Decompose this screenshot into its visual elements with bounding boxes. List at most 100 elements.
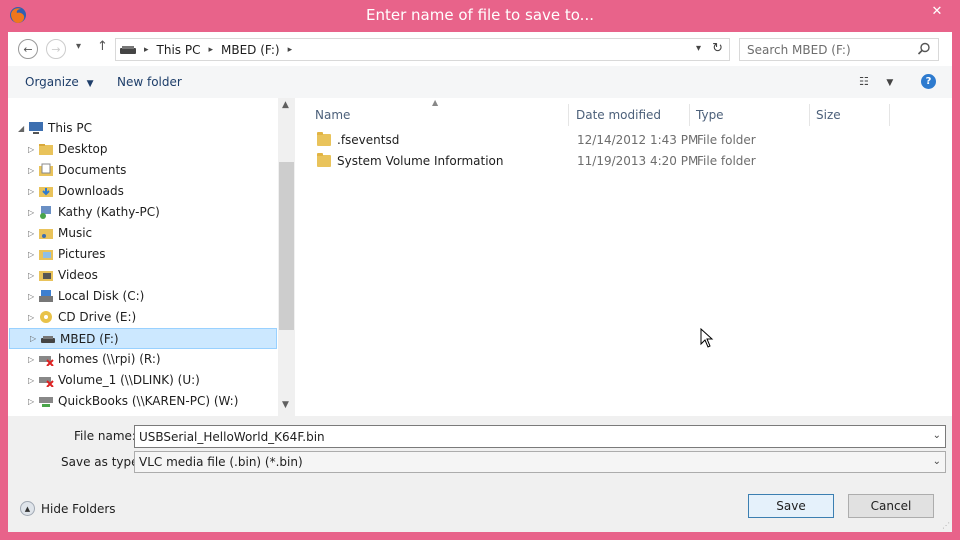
hide-folders-button[interactable]: ▲ Hide Folders [20, 501, 116, 516]
expand-arrow-icon[interactable]: ▷ [28, 187, 34, 196]
tree-item[interactable]: ▷ Music [8, 223, 278, 244]
computer-icon [29, 122, 43, 134]
forward-button[interactable]: → [46, 39, 66, 59]
breadcrumb-this-pc[interactable]: This PC [157, 43, 201, 57]
file-date: 11/19/2013 4:20 PM [577, 154, 699, 168]
chevron-down-icon[interactable]: ⌄ [933, 430, 941, 441]
tree-item-label: This PC [48, 121, 92, 135]
scrollbar-thumb[interactable] [279, 162, 294, 330]
tree-item-label: Local Disk (C:) [58, 289, 145, 303]
chevron-down-icon: ▼ [86, 79, 94, 89]
chevron-down-icon: ⌄ [932, 456, 941, 467]
help-button[interactable]: ? [921, 74, 936, 89]
tree-item[interactable]: ▷ Local Disk (C:) [8, 286, 278, 307]
column-type[interactable]: Type [690, 104, 810, 126]
change-view-button[interactable]: ☷ ▼ [859, 75, 893, 88]
tree-item[interactable]: ▷ Documents [8, 160, 278, 181]
tree-item[interactable]: ▷ Pictures [8, 244, 278, 265]
title-bar: Enter name of file to save to... ✕ [0, 0, 960, 32]
tree-scrollbar[interactable]: ▲ ▼ [278, 98, 295, 416]
up-button[interactable]: ↑ [97, 39, 108, 54]
expand-arrow-icon[interactable]: ▷ [28, 229, 34, 238]
expand-arrow-icon[interactable]: ▷ [28, 250, 34, 259]
file-row[interactable]: System Volume Information 11/19/2013 4:2… [302, 151, 772, 172]
network-user-icon [40, 206, 51, 219]
expand-arrow-icon[interactable]: ▷ [30, 334, 36, 343]
tree-item[interactable]: ▷ Volume_1 (\\DLINK) (U:) [8, 370, 278, 391]
save-button[interactable]: Save [748, 494, 834, 518]
drive-icon [120, 45, 136, 54]
tree-item[interactable]: ▷ CD Drive (E:) [8, 307, 278, 328]
column-name[interactable]: Name [309, 104, 569, 126]
expand-arrow-icon[interactable]: ▷ [28, 292, 34, 301]
tree-item[interactable]: ▷ MBED (F:) [9, 328, 277, 349]
cancel-button[interactable]: Cancel [848, 494, 934, 518]
save-type-select[interactable]: VLC media file (.bin) (*.bin) ⌄ [134, 451, 946, 473]
file-name: System Volume Information [337, 154, 504, 168]
expand-arrow-icon[interactable]: ▷ [28, 145, 34, 154]
details-view-icon: ☷ [859, 75, 869, 88]
tree-item[interactable]: ◢ This PC [8, 118, 278, 139]
breadcrumb-separator[interactable]: ▸ [288, 45, 293, 55]
scroll-down-icon[interactable]: ▼ [282, 400, 289, 410]
recent-locations-button[interactable]: ▾ [76, 41, 81, 52]
breadcrumb-separator[interactable]: ▸ [144, 45, 149, 55]
search-placeholder: Search MBED (F:) [747, 42, 851, 57]
tree-item[interactable]: ▷ Videos [8, 265, 278, 286]
expand-arrow-icon[interactable]: ▷ [28, 208, 34, 217]
tree-item[interactable]: ▷ Desktop [8, 139, 278, 160]
command-bar: Organize ▼ New folder [8, 66, 952, 98]
expand-arrow-icon[interactable]: ▷ [28, 397, 34, 406]
expanded-arrow-icon[interactable]: ◢ [18, 124, 24, 133]
file-date: 12/14/2012 1:43 PM [577, 133, 699, 147]
folder-icon [39, 144, 53, 155]
expand-arrow-icon[interactable]: ▷ [28, 271, 34, 280]
file-list[interactable]: ▲ Name Date modified Type Size .fsevents… [296, 98, 952, 416]
save-type-label: Save as type: [61, 455, 143, 469]
back-button[interactable]: ← [18, 39, 38, 59]
tree-item-label: CD Drive (E:) [58, 310, 137, 324]
tree-item[interactable]: ▷ Kathy (Kathy-PC) [8, 202, 278, 223]
tree-item-label: homes (\\rpi) (R:) [58, 352, 161, 366]
tree-item[interactable]: ▷ homes (\\rpi) (R:) [8, 349, 278, 370]
tree-item-label: Downloads [58, 184, 124, 198]
navigation-pane[interactable]: ◢ This PC ▷ Desktop ▷ Documents ▷ Downloads ▷ Kat… [8, 98, 296, 416]
breadcrumb-mbed[interactable]: MBED (F:) [221, 43, 280, 57]
mouse-cursor-icon [700, 328, 714, 348]
tree-item-label: Desktop [58, 142, 108, 156]
close-button[interactable]: ✕ [922, 0, 952, 22]
navigation-bar: ← → ▾ ↑ ▸ This PC ▸ MBED (F:) ▸ ▾ ↻ Sear… [8, 32, 952, 66]
chevron-down-icon[interactable]: ▾ [696, 43, 701, 54]
documents-icon [39, 163, 53, 176]
tree-item[interactable]: ▷ QuickBooks (\\KAREN-PC) (W:) [8, 391, 278, 412]
tree-item-label: Pictures [58, 247, 106, 261]
resize-grip-icon[interactable]: ⋰ [942, 521, 950, 530]
tree-item[interactable]: ▷ Downloads [8, 181, 278, 202]
downloads-icon [39, 187, 53, 197]
expand-arrow-icon[interactable]: ▷ [28, 166, 34, 175]
scroll-up-icon[interactable]: ▲ [282, 100, 289, 110]
column-date-modified[interactable]: Date modified [570, 104, 690, 126]
collapse-icon: ▲ [20, 501, 35, 516]
expand-arrow-icon[interactable]: ▷ [28, 376, 34, 385]
breadcrumb-separator[interactable]: ▸ [208, 45, 213, 55]
file-row[interactable]: .fseventsd 12/14/2012 1:43 PM File folde… [302, 130, 772, 151]
new-folder-button[interactable]: New folder [117, 75, 182, 89]
save-form: File name: USBSerial_HelloWorld_K64F.bin… [8, 416, 952, 532]
organize-button[interactable]: Organize ▼ [25, 75, 94, 89]
address-bar[interactable]: ▸ This PC ▸ MBED (F:) ▸ ▾ ↻ [115, 38, 730, 61]
tree-item-label: QuickBooks (\\KAREN-PC) (W:) [58, 394, 239, 408]
dialog-client: ← → ▾ ↑ ▸ This PC ▸ MBED (F:) ▸ ▾ ↻ Sear… [8, 32, 952, 532]
search-input[interactable]: Search MBED (F:) [739, 38, 939, 61]
column-size[interactable]: Size [810, 104, 890, 126]
tree-item-label: Documents [58, 163, 127, 177]
videos-icon [39, 271, 53, 281]
file-name-input[interactable]: USBSerial_HelloWorld_K64F.bin ⌄ [134, 425, 946, 448]
expand-arrow-icon[interactable]: ▷ [28, 355, 34, 364]
chevron-down-icon: ▼ [886, 78, 894, 88]
folder-icon [317, 132, 331, 146]
tree-item-label: MBED (F:) [60, 332, 119, 346]
search-icon [917, 42, 930, 55]
refresh-icon[interactable]: ↻ [712, 41, 723, 56]
expand-arrow-icon[interactable]: ▷ [28, 313, 34, 322]
